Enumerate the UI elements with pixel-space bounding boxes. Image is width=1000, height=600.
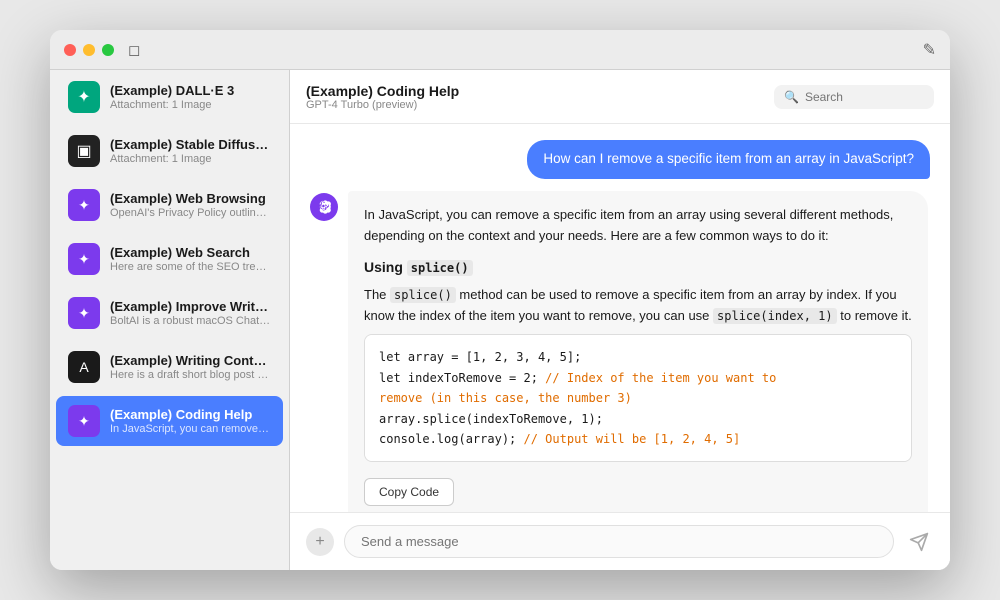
assistant-intro: In JavaScript, you can remove a specific…	[364, 205, 912, 247]
comment-2: remove (in this case, the number 3)	[379, 391, 632, 405]
user-bubble: How can I remove a specific item from an…	[527, 140, 930, 179]
item-title-coding: (Example) Coding Help	[110, 407, 271, 422]
code-block: let array = [1, 2, 3, 4, 5]; let indexTo…	[365, 335, 911, 461]
chat-header: (Example) Coding Help GPT-4 Turbo (previ…	[290, 70, 950, 124]
messages-list: How can I remove a specific item from an…	[290, 124, 950, 512]
sidebar-item-websearch[interactable]: ✦ (Example) Web Search Here are some of …	[56, 234, 283, 284]
chat-input-area: +	[290, 512, 950, 570]
comment-3: // Output will be [1, 2, 4, 5]	[524, 432, 741, 446]
item-title-websearch: (Example) Web Search	[110, 245, 271, 260]
new-chat-icon[interactable]: ✎	[923, 40, 936, 60]
title-bar: ◻ ✎	[50, 30, 950, 70]
item-subtitle-websearch: Here are some of the SEO trends for 202.…	[110, 261, 271, 273]
title-bar-right: ✎	[923, 40, 936, 60]
assistant-message: In JavaScript, you can remove a specific…	[310, 191, 930, 512]
avatar-coding: ✦	[68, 405, 100, 437]
minimize-button[interactable]	[83, 44, 95, 56]
sidebar-item-writing[interactable]: A (Example) Writing Content Here is a dr…	[56, 342, 283, 392]
assistant-bubble: In JavaScript, you can remove a specific…	[348, 191, 928, 512]
item-title-improve: (Example) Improve Writing	[110, 299, 271, 314]
code-block-wrapper: let array = [1, 2, 3, 4, 5]; let indexTo…	[364, 334, 912, 462]
assistant-avatar	[310, 193, 338, 221]
maximize-button[interactable]	[102, 44, 114, 56]
item-subtitle-writing: Here is a draft short blog post on integ…	[110, 369, 271, 381]
code-line-4: array.splice(indexToRemove, 1);	[379, 409, 897, 429]
sidebar-item-coding[interactable]: ✦ (Example) Coding Help In JavaScript, y…	[56, 396, 283, 446]
chat-subtitle: GPT-4 Turbo (preview)	[306, 99, 774, 111]
item-subtitle-web: OpenAI's Privacy Policy outlines the way…	[110, 207, 271, 219]
splice-inline-1: splice()	[390, 287, 456, 303]
splice-code-inline: splice()	[407, 260, 473, 276]
traffic-lights	[64, 44, 114, 56]
sidebar-item-web[interactable]: ✦ (Example) Web Browsing OpenAI's Privac…	[56, 180, 283, 230]
copy-code-button[interactable]: Copy Code	[364, 478, 454, 506]
avatar-writing: A	[68, 351, 100, 383]
message-input[interactable]	[344, 525, 894, 558]
avatar-web: ✦	[68, 189, 100, 221]
user-message: How can I remove a specific item from an…	[310, 140, 930, 179]
title-bar-icons: ◻	[128, 41, 140, 59]
code-line-1: let array = [1, 2, 3, 4, 5];	[379, 347, 897, 367]
avatar-stable: ▣	[68, 135, 100, 167]
attachment-button[interactable]: +	[306, 528, 334, 556]
search-icon: 🔍	[784, 90, 799, 104]
chat-area: (Example) Coding Help GPT-4 Turbo (previ…	[290, 70, 950, 570]
code-line-5: console.log(array); // Output will be [1…	[379, 429, 897, 449]
splice-inline-2: splice(index, 1)	[713, 308, 837, 324]
item-subtitle-stable: Attachment: 1 Image	[110, 153, 271, 165]
chat-search-box[interactable]: 🔍	[774, 85, 934, 109]
item-title-writing: (Example) Writing Content	[110, 353, 271, 368]
item-title-dalle: (Example) DALL·E 3	[110, 83, 271, 98]
sidebar-item-dalle[interactable]: ✦ (Example) DALL·E 3 Attachment: 1 Image	[56, 72, 283, 122]
sidebar-toggle-icon[interactable]: ◻	[128, 41, 140, 59]
close-button[interactable]	[64, 44, 76, 56]
chat-header-info: (Example) Coding Help GPT-4 Turbo (previ…	[306, 83, 774, 111]
code-line-3: remove (in this case, the number 3)	[379, 388, 897, 408]
item-subtitle-coding: In JavaScript, you can remove a specific…	[110, 423, 271, 435]
code-line-2: let indexToRemove = 2; // Index of the i…	[379, 368, 897, 388]
item-title-web: (Example) Web Browsing	[110, 191, 271, 206]
item-subtitle-improve: BoltAI is a robust macOS ChatGPT applic.…	[110, 315, 271, 327]
search-input[interactable]	[805, 90, 924, 104]
avatar-improve: ✦	[68, 297, 100, 329]
sidebar-item-improve[interactable]: ✦ (Example) Improve Writing BoltAI is a …	[56, 288, 283, 338]
sidebar: ✦ (Example) DALL·E 3 Attachment: 1 Image…	[50, 70, 290, 570]
sidebar-item-stable[interactable]: ▣ (Example) Stable Diffusion Attachment:…	[56, 126, 283, 176]
avatar-dalle: ✦	[68, 81, 100, 113]
section1-title: Using splice()	[364, 256, 912, 278]
app-window: ◻ ✎ ✦ (Example) DALL·E 3 Attachment: 1 I…	[50, 30, 950, 570]
send-button[interactable]	[904, 527, 934, 557]
main-layout: ✦ (Example) DALL·E 3 Attachment: 1 Image…	[50, 70, 950, 570]
item-title-stable: (Example) Stable Diffusion	[110, 137, 271, 152]
item-subtitle-dalle: Attachment: 1 Image	[110, 99, 271, 111]
avatar-websearch: ✦	[68, 243, 100, 275]
openai-icon	[316, 199, 332, 215]
comment-1: // Index of the item you want to	[545, 371, 776, 385]
chat-title: (Example) Coding Help	[306, 83, 774, 99]
section1-text1: The splice() method can be used to remov…	[364, 285, 912, 327]
send-icon	[909, 532, 929, 552]
